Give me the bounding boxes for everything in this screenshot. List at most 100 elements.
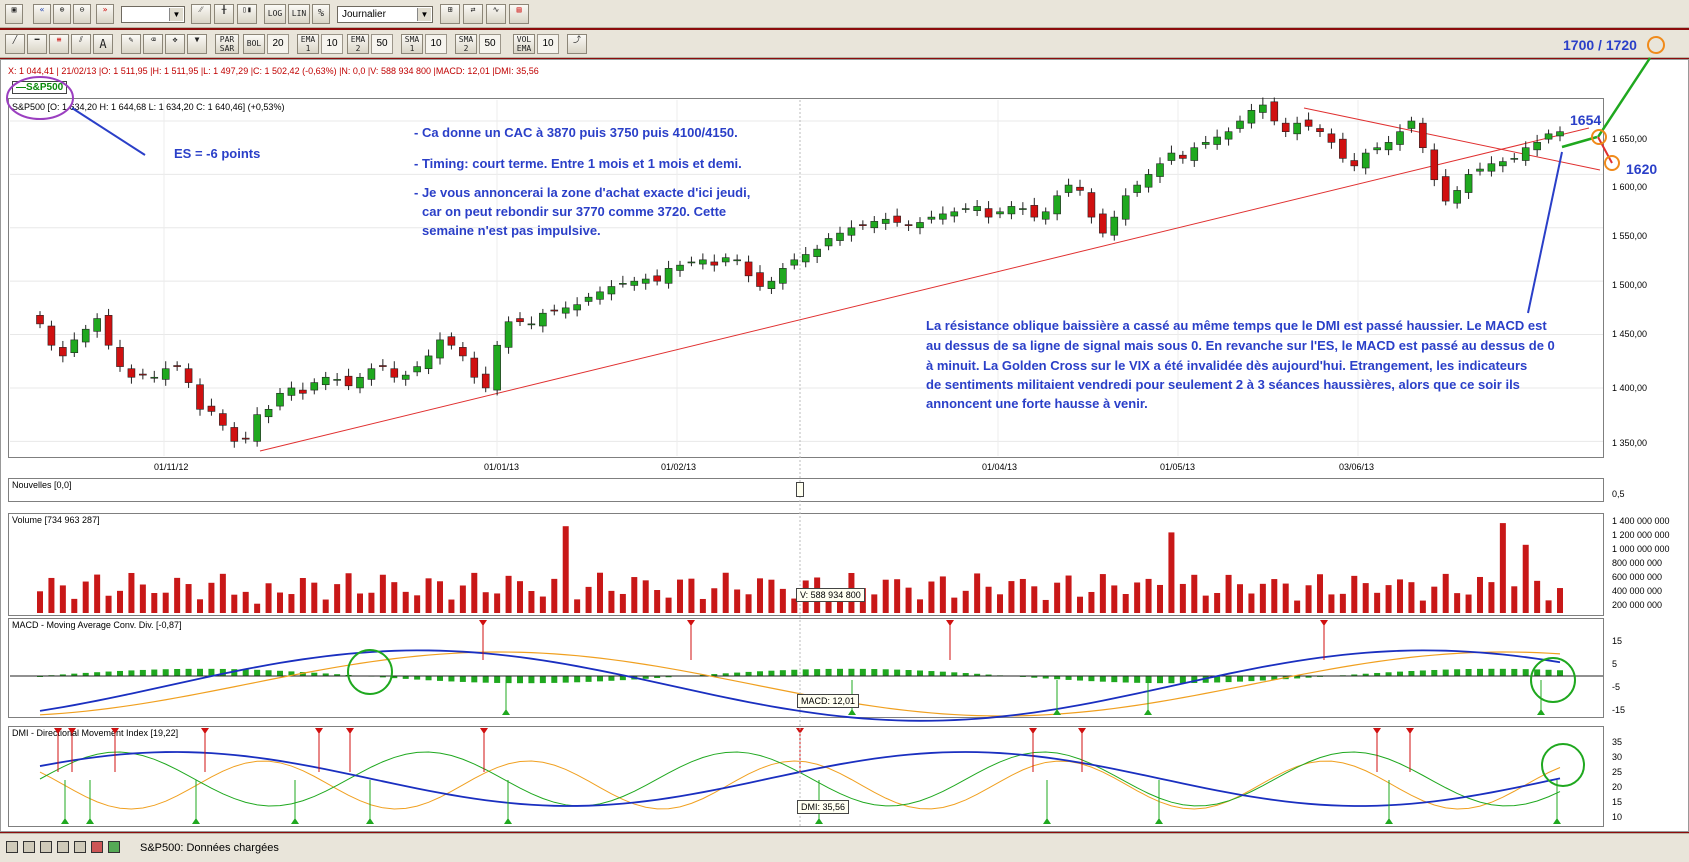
candle-body xyxy=(1441,176,1450,202)
macd-histogram-bar xyxy=(928,671,935,676)
volume-bar xyxy=(1271,579,1278,613)
macd-histogram-bar xyxy=(1557,670,1563,676)
volume-bar xyxy=(1157,584,1163,613)
status-icon-1[interactable] xyxy=(6,841,18,853)
volume-bar xyxy=(425,578,432,613)
candle-body xyxy=(984,208,993,218)
chart-svg xyxy=(6,36,1665,826)
candle-body xyxy=(139,373,147,376)
volume-bar xyxy=(197,599,203,613)
candle-body xyxy=(904,224,913,226)
candle-body xyxy=(801,254,810,263)
volume-bar xyxy=(894,579,901,613)
level-1654-label: 1654 xyxy=(1570,112,1602,128)
volume-bar xyxy=(1454,593,1461,613)
volume-bar xyxy=(757,578,763,613)
volume-bar xyxy=(939,576,946,613)
candle-body xyxy=(219,413,227,426)
candle-body xyxy=(1087,192,1096,218)
candle-body xyxy=(436,339,444,359)
candle-body xyxy=(1156,163,1164,177)
candle-body xyxy=(859,224,867,226)
volume-bar xyxy=(311,582,318,613)
volume-bar xyxy=(1431,586,1438,613)
dmi-buy-marker xyxy=(366,818,374,824)
macd-histogram-bar xyxy=(619,676,626,681)
macd-histogram-bar xyxy=(1488,668,1495,676)
volume-bar xyxy=(299,578,306,613)
candle-body xyxy=(733,259,741,262)
volume-bar xyxy=(882,579,889,613)
candle-body xyxy=(1533,142,1541,151)
macd-histogram-bar xyxy=(1454,669,1461,676)
candle-body xyxy=(767,280,776,289)
candle-body xyxy=(1019,208,1027,210)
volume-bar xyxy=(402,591,409,613)
volume-bar xyxy=(59,585,66,613)
bullet-note-4: car on peut rebondir sur 3770 comme 3720… xyxy=(422,204,727,219)
status-icon-4[interactable] xyxy=(57,841,69,853)
macd-histogram-bar xyxy=(197,668,203,676)
volume-bar xyxy=(779,588,786,613)
volume-bar xyxy=(1099,574,1106,613)
status-icon-5[interactable] xyxy=(74,841,86,853)
dmi-sell-marker xyxy=(1406,728,1414,734)
volume-bar xyxy=(962,590,969,613)
volume-bar xyxy=(1077,596,1083,613)
candle-body xyxy=(619,283,627,285)
candle-body xyxy=(676,264,684,271)
candle-body xyxy=(459,347,467,357)
candle-body xyxy=(539,312,547,327)
volume-bar xyxy=(517,581,523,613)
candle-body xyxy=(813,248,821,257)
macd-histogram-bar xyxy=(837,668,843,676)
volume-bar xyxy=(1534,580,1541,613)
candle-body xyxy=(561,307,570,314)
volume-bar xyxy=(128,572,135,613)
candle-body xyxy=(607,286,616,295)
volume-bar xyxy=(597,572,603,613)
candle-body xyxy=(184,368,193,383)
volume-bar xyxy=(1088,591,1095,613)
status-icon-6[interactable] xyxy=(91,841,103,853)
candle-body xyxy=(973,206,981,212)
candle-body xyxy=(744,261,753,277)
candle-body xyxy=(1030,205,1039,218)
volume-bar xyxy=(1557,588,1563,613)
macd-histogram-bar xyxy=(814,669,821,676)
candle-body xyxy=(1556,131,1564,137)
macd-histogram-bar xyxy=(459,676,466,682)
status-icon-7[interactable] xyxy=(108,841,120,853)
candle-body xyxy=(173,365,181,367)
macd-histogram-bar xyxy=(1419,670,1426,676)
macd-histogram-bar xyxy=(277,670,283,676)
volume-bar xyxy=(1008,581,1015,613)
status-icon-2[interactable] xyxy=(23,841,35,853)
candle-body xyxy=(241,437,250,440)
volume-bar xyxy=(1237,584,1243,613)
status-icon-3[interactable] xyxy=(40,841,52,853)
analysis-line-2: au dessus de sa ligne de signal mais sou… xyxy=(926,338,1555,353)
macd-histogram-bar xyxy=(1077,676,1083,681)
macd-histogram-bar xyxy=(1225,676,1232,683)
candle-body xyxy=(596,291,604,300)
volume-bar xyxy=(574,599,581,613)
news-cursor-marker xyxy=(796,482,804,497)
dmi-buy-marker xyxy=(815,818,823,824)
candle-body xyxy=(1316,128,1324,132)
macd-histogram-bar xyxy=(185,668,192,676)
candle-body xyxy=(961,208,970,210)
dmi-buy-marker xyxy=(86,818,94,824)
macd-histogram-bar xyxy=(94,672,101,676)
candle-body xyxy=(1327,133,1336,143)
macd-buy-marker xyxy=(848,709,856,715)
volume-bar xyxy=(688,578,695,613)
candle-body xyxy=(1099,213,1107,234)
macd-sell-marker xyxy=(687,620,695,626)
volume-bar xyxy=(1168,532,1175,613)
volume-bar xyxy=(174,577,181,613)
macd-histogram-bar xyxy=(1511,668,1518,676)
volume-bar xyxy=(1545,600,1552,613)
es-note: ES = -6 points xyxy=(174,146,261,161)
volume-bar xyxy=(654,590,661,613)
